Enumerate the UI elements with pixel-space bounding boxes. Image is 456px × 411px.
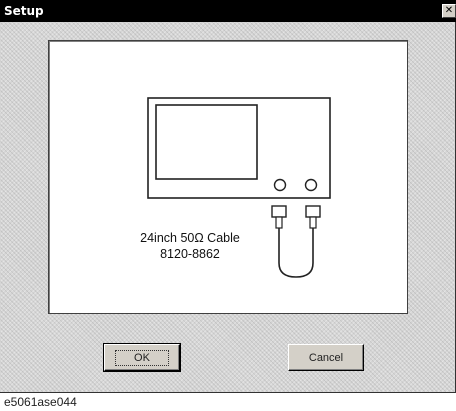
dialog-title: Setup (4, 4, 44, 18)
cable-label-name: 24inch 50Ω Cable (140, 231, 240, 245)
cable-label: 24inch 50Ω Cable 8120-8862 (115, 230, 265, 262)
port-1-icon (273, 178, 287, 192)
figure-caption: e5061ase044 (4, 395, 77, 409)
cancel-button-label: Cancel (308, 351, 344, 364)
title-bar[interactable]: Setup ✕ (0, 0, 456, 22)
cable (278, 228, 314, 278)
connector-1-neck (275, 216, 283, 229)
instruction-panel: 24inch 50Ω Cable 8120-8862 (48, 40, 408, 314)
setup-dialog: Setup ✕ 24inch 50Ω Cable 8120-8862 OK Ca… (0, 0, 456, 393)
port-2-icon (304, 178, 318, 192)
connector-2 (305, 205, 321, 218)
connector-2-neck (309, 216, 317, 229)
cancel-button[interactable]: Cancel (288, 344, 364, 371)
analyzer-screen (155, 104, 258, 180)
close-icon: ✕ (444, 5, 454, 16)
connector-1 (271, 205, 287, 218)
ok-button[interactable]: OK (103, 343, 181, 372)
cable-label-part-number: 8120-8862 (160, 247, 220, 261)
connection-diagram (147, 97, 331, 278)
ok-button-label: OK (115, 349, 169, 366)
close-button[interactable]: ✕ (442, 4, 456, 18)
